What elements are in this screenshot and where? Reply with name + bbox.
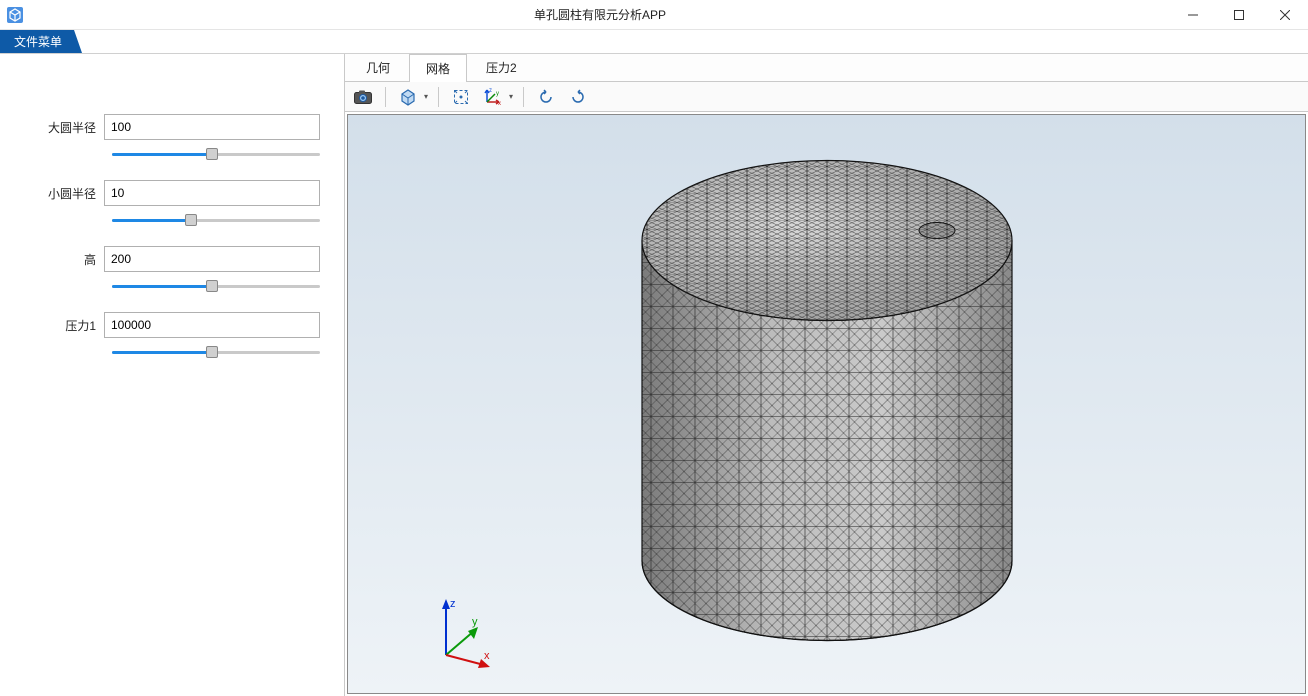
main-area: 大圆半径 小圆半径 高 xyxy=(0,54,1308,696)
toolbar-separator xyxy=(385,87,386,107)
param-input-large-radius[interactable] xyxy=(104,114,320,140)
go-to-default-view-button[interactable]: z y x xyxy=(479,85,507,109)
window-title: 单孔圆柱有限元分析APP xyxy=(30,6,1170,23)
tab-pressure2[interactable]: 压力2 xyxy=(469,53,534,81)
param-label-small-radius: 小圆半径 xyxy=(24,185,104,202)
toolbar-separator xyxy=(523,87,524,107)
toolbar-separator xyxy=(438,87,439,107)
window-close-button[interactable] xyxy=(1262,0,1308,30)
param-label-height: 高 xyxy=(24,251,104,268)
axis-z-label: z xyxy=(450,598,456,610)
window-maximize-button[interactable] xyxy=(1216,0,1262,30)
svg-text:z: z xyxy=(489,88,492,94)
param-input-pressure1[interactable] xyxy=(104,312,320,338)
param-slider-large-radius[interactable] xyxy=(112,146,320,162)
content-area: 几何 网格 压力2 ▾ xyxy=(345,54,1308,696)
param-slider-small-radius[interactable] xyxy=(112,212,320,228)
param-row: 压力1 xyxy=(24,312,320,338)
param-slider-height[interactable] xyxy=(112,278,320,294)
param-row: 高 xyxy=(24,246,320,272)
param-row: 小圆半径 xyxy=(24,180,320,206)
dropdown-caret-icon[interactable]: ▾ xyxy=(509,92,515,101)
snapshot-button[interactable] xyxy=(349,85,377,109)
axis-x-label: x xyxy=(484,650,490,662)
rotate-cw-button[interactable] xyxy=(532,85,560,109)
tab-geometry[interactable]: 几何 xyxy=(349,53,407,81)
rotate-ccw-button[interactable] xyxy=(564,85,592,109)
axes-triad: z y x xyxy=(428,593,508,673)
graphics-viewport[interactable]: z y x xyxy=(347,114,1306,694)
mesh-cylinder xyxy=(607,131,1047,654)
view-tabs: 几何 网格 压力2 xyxy=(345,54,1308,82)
dropdown-caret-icon[interactable]: ▾ xyxy=(424,92,430,101)
title-bar: 单孔圆柱有限元分析APP xyxy=(0,0,1308,30)
param-slider-pressure1[interactable] xyxy=(112,344,320,360)
param-label-pressure1: 压力1 xyxy=(24,317,104,334)
scene-light-button[interactable] xyxy=(394,85,422,109)
app-icon xyxy=(0,0,30,30)
menu-bar: 文件菜单 xyxy=(0,30,1308,54)
zoom-extents-button[interactable] xyxy=(447,85,475,109)
axis-y-label: y xyxy=(472,616,478,628)
window-minimize-button[interactable] xyxy=(1170,0,1216,30)
svg-text:y: y xyxy=(496,91,499,97)
graphics-toolbar: ▾ z y x xyxy=(345,82,1308,112)
file-menu-label: 文件菜单 xyxy=(14,33,62,50)
param-input-height[interactable] xyxy=(104,246,320,272)
svg-text:x: x xyxy=(498,101,501,106)
file-menu-button[interactable]: 文件菜单 xyxy=(0,30,82,53)
tab-mesh[interactable]: 网格 xyxy=(409,54,467,82)
param-input-small-radius[interactable] xyxy=(104,180,320,206)
sidebar: 大圆半径 小圆半径 高 xyxy=(0,54,345,696)
param-row: 大圆半径 xyxy=(24,114,320,140)
param-label-large-radius: 大圆半径 xyxy=(24,119,104,136)
